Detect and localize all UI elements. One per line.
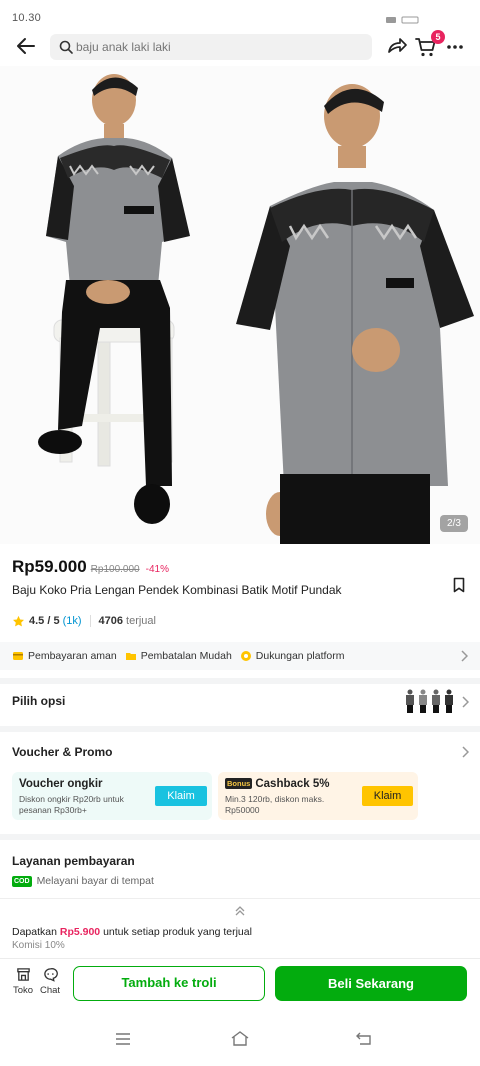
chat-button[interactable]: Chat: [38, 967, 62, 996]
system-navigation-bar: [0, 1010, 480, 1066]
chat-label: Chat: [39, 985, 61, 996]
toko-label: Toko: [12, 985, 34, 996]
voucher-desc: Diskon ongkir Rp20rb untuk pesanan Rp30r…: [19, 794, 124, 815]
product-image-gallery[interactable]: 2/3: [0, 66, 480, 544]
voucher-title: Cashback 5%: [255, 778, 330, 790]
product-title: Baju Koko Pria Lengan Pendek Kombinasi B…: [12, 583, 342, 597]
bottom-action-bar: Toko Chat Tambah ke troli Beli Sekarang: [0, 958, 480, 1010]
voucher-promo-title[interactable]: Voucher & Promo: [12, 745, 112, 759]
recent-apps-icon[interactable]: [115, 1032, 131, 1046]
search-icon: [59, 40, 73, 54]
claim-button[interactable]: Klaim: [155, 786, 207, 806]
affiliate-text: Dapatkan Rp5.900 untuk setiap produk yan…: [12, 926, 252, 938]
trust-strip[interactable]: Pembayaran aman Pembatalan Mudah Dukunga…: [0, 642, 480, 670]
affiliate-suffix: untuk setiap produk yang terjual: [103, 926, 252, 938]
chevron-right-icon[interactable]: [461, 696, 469, 708]
sold-count: 4706: [98, 615, 124, 627]
cart-count-badge: 5: [431, 30, 445, 44]
voucher-card-cashback[interactable]: Bonus Cashback 5% Min.3 120rb, diskon mak…: [218, 772, 418, 820]
status-bar: 10.30: [0, 0, 480, 30]
rating-value: 4.5 / 5: [29, 615, 60, 627]
voucher-title-row: Bonus Cashback 5%: [225, 778, 330, 790]
status-time: 10.30: [12, 12, 42, 24]
voucher-title: Voucher ongkir: [19, 778, 103, 790]
buy-now-button[interactable]: Beli Sekarang: [275, 966, 467, 1001]
status-icons: [386, 16, 419, 24]
support-icon: [240, 651, 251, 661]
cod-badge: COD: [12, 875, 32, 887]
section-divider: [0, 726, 480, 732]
options-label[interactable]: Pilih opsi: [12, 694, 65, 708]
bookmark-icon[interactable]: [452, 577, 466, 593]
voucher-card-shipping[interactable]: Voucher ongkir Diskon ongkir Rp20rb untu…: [12, 772, 212, 820]
chevron-double-up-icon[interactable]: [234, 905, 246, 917]
product-price: Rp59.000: [12, 557, 87, 576]
bonus-tag: Bonus: [225, 778, 253, 789]
payment-title: Layanan pembayaran: [12, 854, 135, 868]
back-arrow-icon[interactable]: [14, 34, 38, 58]
trust-label: Dukungan platform: [255, 650, 345, 662]
store-icon: [16, 968, 30, 981]
rating-row[interactable]: 4.5 / 5 (1k) 4706 terjual: [12, 613, 312, 629]
commission-label: Komisi 10%: [12, 940, 65, 951]
top-header: 5: [0, 30, 480, 66]
shield-payment-icon: [13, 652, 23, 660]
trust-item-support: Dukungan platform: [240, 650, 345, 662]
discount-label: -41%: [145, 564, 169, 575]
home-icon[interactable]: [231, 1030, 249, 1046]
original-price: Rp100.000: [90, 564, 140, 575]
claim-button[interactable]: Klaim: [362, 786, 413, 806]
search-input[interactable]: [76, 37, 356, 57]
cod-row: COD Melayani bayar di tempat: [12, 875, 154, 887]
section-divider: [0, 678, 480, 684]
chat-icon: [43, 968, 58, 982]
price-row: Rp59.000 Rp100.000 -41%: [12, 557, 468, 579]
chevron-right-icon: [461, 650, 468, 662]
option-thumbnails[interactable]: [404, 688, 456, 714]
system-back-icon[interactable]: [356, 1031, 372, 1045]
toko-button[interactable]: Toko: [11, 967, 35, 996]
add-to-cart-button[interactable]: Tambah ke troli: [73, 966, 265, 1001]
trust-label: Pembayaran aman: [28, 650, 117, 662]
cod-text: Melayani bayar di tempat: [36, 875, 154, 887]
search-bar[interactable]: [50, 34, 372, 60]
trust-label: Pembatalan Mudah: [140, 650, 232, 662]
share-icon[interactable]: [386, 35, 408, 57]
affiliate-panel[interactable]: Dapatkan Rp5.900 untuk setiap produk yan…: [0, 898, 480, 958]
rating-count: (1k): [62, 615, 82, 627]
affiliate-amount: Rp5.900: [59, 926, 101, 938]
product-photo: [0, 66, 480, 544]
separator: [89, 615, 91, 627]
trust-item-cancel: Pembatalan Mudah: [125, 650, 232, 662]
affiliate-prefix: Dapatkan: [12, 926, 57, 938]
voucher-desc: Min.3 120rb, diskon maks. Rp50000: [225, 794, 325, 815]
trust-item-payment: Pembayaran aman: [12, 650, 117, 662]
more-options-icon[interactable]: [446, 38, 464, 56]
chevron-right-icon[interactable]: [461, 746, 469, 758]
sold-label: terjual: [126, 615, 156, 627]
star-icon: [13, 615, 24, 626]
section-divider: [0, 834, 480, 840]
folder-cancel-icon: [125, 653, 136, 660]
image-counter: 2/3: [440, 515, 468, 532]
